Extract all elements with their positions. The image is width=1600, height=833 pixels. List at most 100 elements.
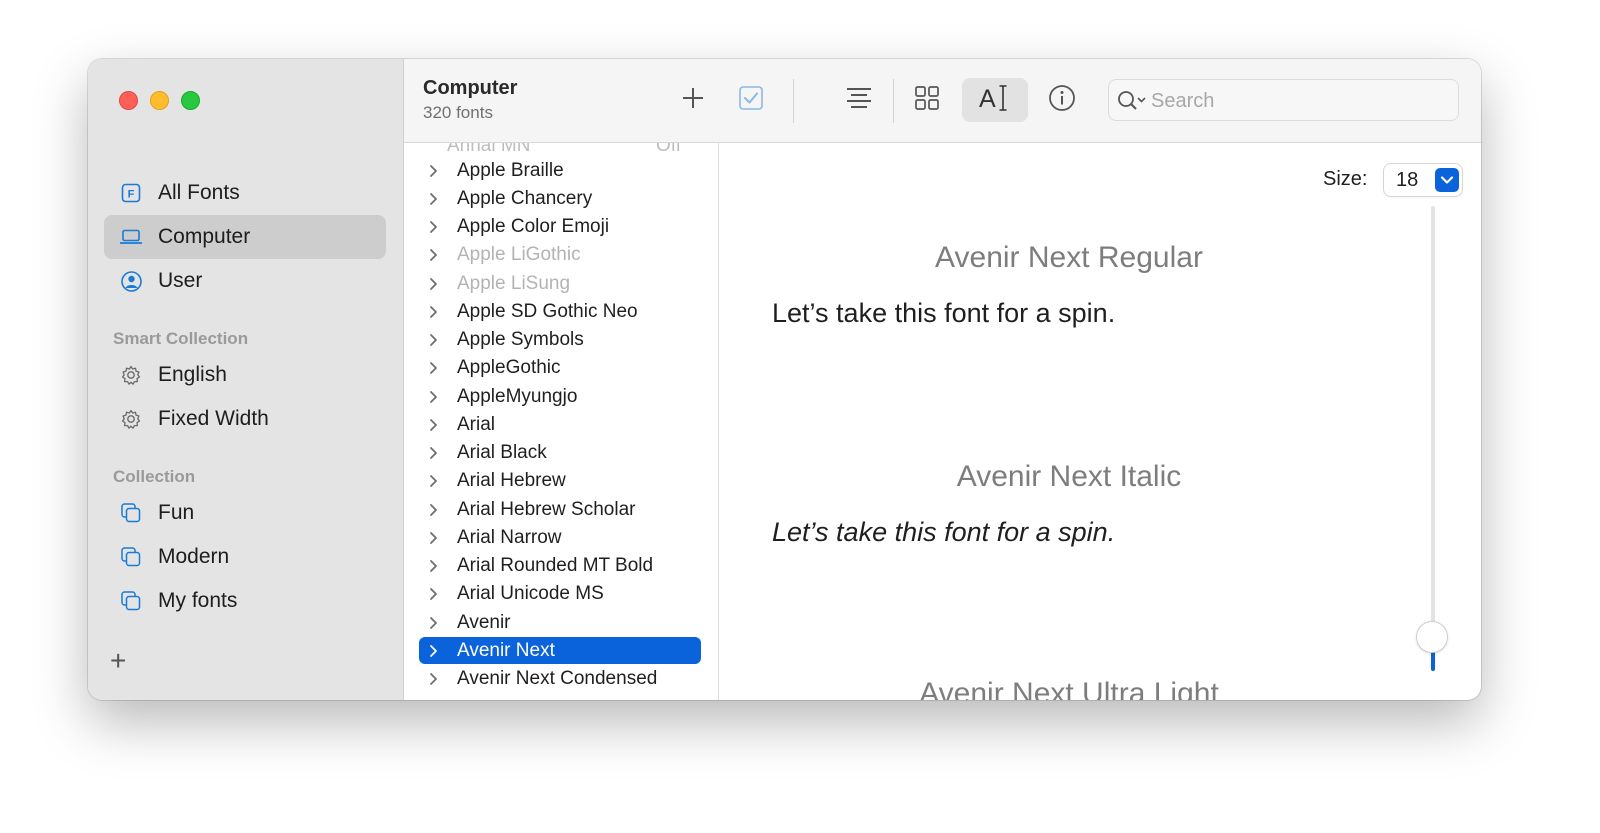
font-list-item[interactable]: Arial Narrow bbox=[419, 524, 701, 551]
face-sample: Let’s take this font for a spin. bbox=[772, 298, 1116, 328]
search-icon bbox=[1117, 90, 1147, 117]
sidebar-item-modern[interactable]: Modern bbox=[104, 535, 386, 579]
collection-icon bbox=[120, 502, 142, 524]
grid-view-button[interactable] bbox=[905, 78, 949, 122]
add-collection-button[interactable]: + bbox=[110, 647, 126, 675]
font-list-item[interactable]: Apple Color Emoji bbox=[419, 214, 701, 241]
sidebar-item-computer[interactable]: Computer bbox=[104, 215, 386, 259]
page-title: Computer bbox=[423, 77, 518, 99]
chevron-right-icon[interactable] bbox=[429, 277, 441, 291]
font-count: 320 fonts bbox=[423, 103, 493, 122]
minimize-button[interactable] bbox=[150, 91, 169, 110]
user-icon bbox=[120, 270, 142, 292]
chevron-down-icon[interactable] bbox=[1435, 168, 1459, 192]
font-list-item[interactable]: Arial Unicode MS bbox=[419, 581, 701, 608]
collection-icon bbox=[120, 546, 142, 568]
toolbar-separator bbox=[893, 79, 894, 123]
collection-icon bbox=[120, 590, 142, 612]
info-button[interactable] bbox=[1040, 78, 1084, 122]
sidebar-item-fun[interactable]: Fun bbox=[104, 491, 386, 535]
font-family-name: Avenir bbox=[457, 611, 511, 633]
chevron-right-icon[interactable] bbox=[429, 587, 441, 601]
svg-text:A: A bbox=[979, 85, 996, 113]
chevron-right-icon[interactable] bbox=[429, 248, 441, 262]
font-list-item[interactable]: Avenir Next bbox=[419, 637, 701, 665]
add-icon bbox=[681, 86, 705, 115]
font-list-item[interactable]: Arial Hebrew bbox=[419, 468, 701, 495]
font-family-name: Apple Chancery bbox=[457, 187, 593, 209]
close-button[interactable] bbox=[119, 91, 138, 110]
list-item-partial[interactable]: Annai MN Off bbox=[429, 143, 711, 157]
font-preview: Size: 18 Avenir Next Regular Let’s take … bbox=[719, 143, 1481, 700]
font-list-item[interactable]: Apple SD Gothic Neo bbox=[419, 298, 701, 325]
font-list-item[interactable]: Arial bbox=[419, 411, 701, 438]
size-slider-knob[interactable] bbox=[1417, 622, 1447, 652]
font-family-name: Avenir Next bbox=[457, 639, 555, 661]
font-list-item[interactable]: Apple LiSung bbox=[419, 270, 701, 297]
font-family-name: Apple SD Gothic Neo bbox=[457, 300, 638, 322]
face-name: Avenir Next Ultra Light bbox=[919, 677, 1219, 700]
chevron-right-icon[interactable] bbox=[429, 559, 441, 573]
size-combobox[interactable]: 18 bbox=[1384, 164, 1462, 196]
font-list-item[interactable]: Apple Braille bbox=[419, 157, 701, 184]
sample-view-button[interactable] bbox=[837, 78, 881, 122]
chevron-right-icon[interactable] bbox=[429, 503, 441, 517]
chevron-right-icon[interactable] bbox=[429, 616, 441, 630]
face-name: Avenir Next Italic bbox=[956, 460, 1182, 493]
sidebar-item-label: My fonts bbox=[158, 589, 238, 612]
font-list-item[interactable]: Avenir Next Condensed bbox=[419, 666, 701, 693]
sample-text-button[interactable]: A bbox=[962, 78, 1028, 122]
font-list-item[interactable]: AppleGothic bbox=[419, 355, 701, 382]
font-family-name: AppleGothic bbox=[457, 357, 561, 379]
sample-text-icon: A bbox=[979, 83, 1011, 118]
search-input[interactable] bbox=[1149, 86, 1453, 116]
chevron-right-icon[interactable] bbox=[429, 361, 441, 375]
chevron-right-icon[interactable] bbox=[429, 672, 441, 686]
font-list-item[interactable]: Arial Hebrew Scholar bbox=[419, 496, 701, 523]
sidebar-item-my-fonts[interactable]: My fonts bbox=[104, 579, 386, 623]
font-list[interactable]: Annai MN Off Apple Braille Apple Chancery… bbox=[404, 143, 719, 700]
chevron-right-icon[interactable] bbox=[429, 474, 441, 488]
collection-header: Collection bbox=[113, 467, 196, 486]
chevron-right-icon[interactable] bbox=[429, 644, 441, 658]
font-list-item[interactable]: Apple LiGothic bbox=[419, 242, 701, 269]
font-family-name: Apple LiGothic bbox=[457, 244, 581, 266]
chevron-right-icon[interactable] bbox=[429, 220, 441, 234]
font-list-item[interactable]: Avenir bbox=[419, 609, 701, 636]
chevron-right-icon[interactable] bbox=[429, 192, 441, 206]
toolbar-separator bbox=[793, 79, 794, 123]
font-family-name: Arial bbox=[457, 413, 496, 435]
search-field[interactable] bbox=[1108, 79, 1459, 121]
sidebar-item-label: Fun bbox=[158, 501, 195, 524]
gear-icon bbox=[120, 364, 142, 386]
validate-button[interactable] bbox=[729, 78, 773, 122]
smart-collection-header: Smart Collection bbox=[113, 329, 249, 348]
size-slider-track[interactable] bbox=[1431, 206, 1435, 671]
font-list-item[interactable]: AppleMyungjo bbox=[419, 383, 701, 410]
sidebar-item-all-fonts[interactable]: F All Fonts bbox=[104, 171, 386, 215]
add-font-button[interactable] bbox=[671, 78, 715, 122]
chevron-right-icon[interactable] bbox=[429, 164, 441, 178]
sidebar-item-user[interactable]: User bbox=[104, 259, 386, 303]
font-family-name: Arial Unicode MS bbox=[457, 583, 604, 605]
size-label: Size: bbox=[1323, 168, 1368, 190]
font-book-icon: F bbox=[120, 182, 142, 204]
chevron-right-icon[interactable] bbox=[429, 446, 441, 460]
font-list-item[interactable]: Apple Symbols bbox=[419, 327, 701, 354]
align-center-icon bbox=[845, 86, 873, 115]
chevron-right-icon[interactable] bbox=[429, 333, 441, 347]
grid-icon bbox=[914, 85, 940, 116]
font-list-item[interactable]: Arial Black bbox=[419, 440, 701, 467]
chevron-right-icon[interactable] bbox=[429, 531, 441, 545]
sidebar-item-english[interactable]: English bbox=[104, 353, 386, 397]
zoom-button[interactable] bbox=[181, 91, 200, 110]
chevron-right-icon[interactable] bbox=[429, 418, 441, 432]
sidebar-item-fixed-width[interactable]: Fixed Width bbox=[104, 397, 386, 441]
font-list-item[interactable]: Arial Rounded MT Bold bbox=[419, 553, 701, 580]
font-family-name: Apple LiSung bbox=[457, 272, 571, 294]
sidebar-item-label: Fixed Width bbox=[158, 407, 269, 430]
font-list-item[interactable]: Apple Chancery bbox=[419, 185, 701, 212]
sidebar-item-label: Computer bbox=[158, 225, 251, 248]
chevron-right-icon[interactable] bbox=[429, 390, 441, 404]
chevron-right-icon[interactable] bbox=[429, 305, 441, 319]
